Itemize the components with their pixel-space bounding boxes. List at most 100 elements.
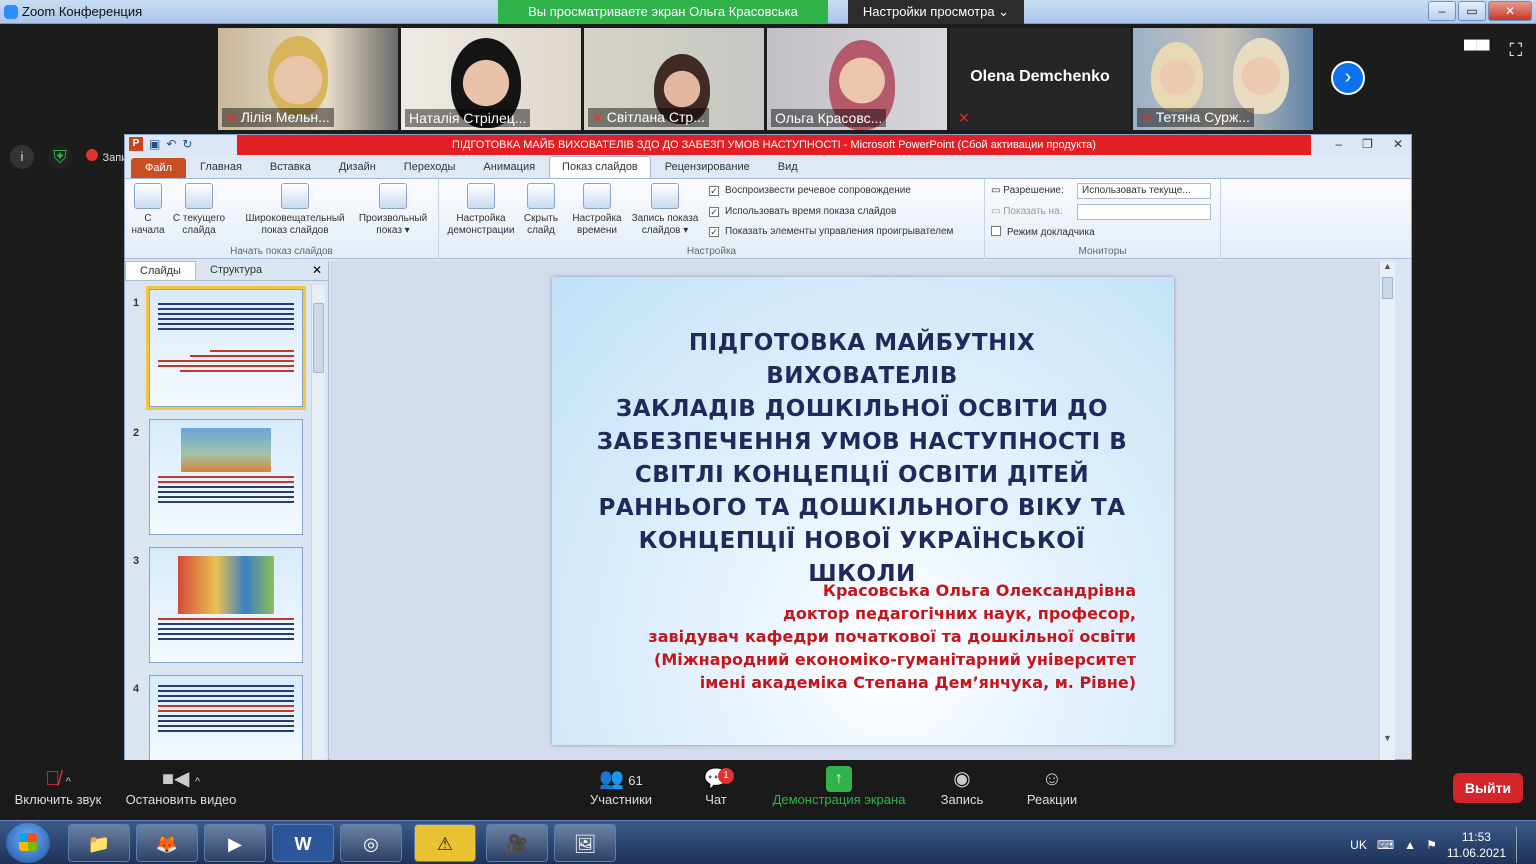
taskbar-zoom[interactable]: 🎥	[486, 824, 548, 862]
current-slide[interactable]: ПІДГОТОВКА МАЙБУТНІХ ВИХОВАТЕЛІВ ЗАКЛАДІ…	[552, 277, 1174, 745]
slide-thumbnail-3[interactable]: 3	[129, 547, 307, 667]
slide-number: 1	[133, 297, 140, 309]
unmute-button[interactable]: 🎙̸ ^ Включить звук	[10, 766, 106, 807]
ppt-close-icon[interactable]: ✕	[1393, 137, 1403, 151]
chat-button[interactable]: 💬 1 Чат	[696, 766, 736, 807]
zoom-logo-icon	[4, 5, 18, 19]
slide-number: 3	[133, 555, 140, 567]
tab-slides[interactable]: Слайды	[125, 261, 196, 280]
close-panel-icon[interactable]: ✕	[312, 261, 322, 280]
tab-review[interactable]: Рецензирование	[651, 161, 764, 178]
participant-tile[interactable]: ⨯ Тетяна Сурж...	[1133, 28, 1313, 130]
system-tray: UK ⌨ ▲ ⚑ 11:53 11.06.2021	[1350, 827, 1526, 863]
slide-thumbnail-4[interactable]: 4	[129, 675, 307, 761]
participant-tile[interactable]: Наталія Стрілец...	[401, 28, 581, 130]
slide-photo	[181, 428, 271, 472]
tray-expand-icon[interactable]: ▲	[1404, 838, 1416, 852]
gallery-view-icon[interactable]: ▀▀	[1464, 40, 1490, 61]
participant-tile[interactable]: Ольга Красовс...	[767, 28, 947, 130]
redo-icon[interactable]: ↻	[182, 137, 192, 151]
shield-icon[interactable]: ⛨	[48, 145, 72, 169]
start-button[interactable]	[6, 823, 50, 863]
thumbnail-scrollbar[interactable]	[311, 285, 325, 759]
scroll-up-icon[interactable]: ▲	[1380, 261, 1395, 271]
media-controls-checkbox[interactable]: ✓ Показать элементы управления проигрыват…	[709, 226, 953, 237]
presenter-view-checkbox[interactable]: Режим докладчика	[991, 226, 1095, 238]
setup-icon	[467, 183, 495, 209]
timer-icon	[583, 183, 611, 209]
participant-tile[interactable]: Olena Demchenko ⨯	[950, 28, 1130, 130]
taskbar-firefox[interactable]: 🦊	[136, 824, 198, 862]
close-button[interactable]: ✕	[1488, 1, 1532, 21]
network-icon[interactable]: ⚑	[1426, 838, 1437, 852]
meeting-info-icons: i ⛨ Запись	[10, 145, 139, 169]
participant-video	[1151, 42, 1203, 112]
maximize-button[interactable]: ▭	[1458, 1, 1486, 21]
minimize-button[interactable]: –	[1428, 1, 1456, 21]
resolution-select[interactable]: Использовать текуще...	[1077, 183, 1211, 199]
ppt-restore-icon[interactable]: ❐	[1362, 137, 1373, 151]
view-options-button[interactable]: Настройки просмотра ⌄	[848, 0, 1024, 24]
tab-transitions[interactable]: Переходы	[390, 161, 470, 178]
use-timings-checkbox[interactable]: ✓ Использовать время показа слайдов	[709, 206, 896, 217]
from-current-button[interactable]: С текущего слайда	[169, 183, 229, 237]
participant-video	[1233, 38, 1289, 114]
share-screen-button[interactable]: ↑ Демонстрация экрана	[768, 766, 910, 807]
leave-button[interactable]: Выйти	[1453, 773, 1523, 803]
language-indicator[interactable]: UK	[1350, 838, 1367, 852]
tab-home[interactable]: Главная	[186, 161, 256, 178]
next-participants-button[interactable]: ›	[1331, 61, 1365, 95]
slide-scrollbar[interactable]: ▲ ▼	[1379, 261, 1395, 761]
tab-slideshow[interactable]: Показ слайдов	[549, 156, 651, 178]
tab-file[interactable]: Файл	[131, 158, 187, 178]
tab-outline[interactable]: Структура	[196, 261, 276, 280]
undo-icon[interactable]: ↶	[166, 137, 176, 151]
scroll-thumb[interactable]	[313, 303, 324, 373]
from-beginning-button[interactable]: С начала	[129, 183, 167, 237]
hide-slide-icon	[527, 183, 555, 209]
reactions-button[interactable]: ☺ Реакции	[1024, 766, 1080, 807]
record-show-button[interactable]: Запись показа слайдов ▾	[627, 183, 703, 237]
keyboard-icon[interactable]: ⌨	[1377, 838, 1394, 852]
stop-video-button[interactable]: ■◀ ^ Остановить видео	[122, 766, 240, 807]
broadcast-button[interactable]: Широковещательный показ слайдов	[237, 183, 353, 237]
show-desktop-button[interactable]	[1516, 827, 1526, 863]
participant-name-large: Olena Demchenko	[970, 68, 1110, 85]
tab-design[interactable]: Дизайн	[325, 161, 390, 178]
save-icon[interactable]: ▣	[149, 137, 160, 151]
show-on-select[interactable]	[1077, 204, 1211, 220]
participant-name: ⨯ Тетяна Сурж...	[1137, 108, 1254, 127]
tab-insert[interactable]: Вставка	[256, 161, 325, 178]
participant-name: Ольга Красовс...	[771, 109, 887, 127]
custom-show-button[interactable]: Произвольный показ ▾	[353, 183, 433, 237]
slide-thumbnail-image	[146, 286, 306, 410]
slide-thumbnail-1[interactable]: 1	[129, 286, 307, 413]
taskbar-media-player[interactable]: ▶	[204, 824, 266, 862]
powerpoint-window: P ▣ ↶ ↻ ПІДГОТОВКА МАЙБ ВИХОВАТЕЛІВ ЗДО …	[124, 134, 1412, 761]
taskbar-chrome[interactable]: ◎	[340, 824, 402, 862]
ppt-minimize-icon[interactable]: –	[1335, 137, 1342, 151]
clock[interactable]: 11:53 11.06.2021	[1447, 829, 1506, 861]
taskbar-explorer[interactable]: 📁	[68, 824, 130, 862]
scroll-down-icon[interactable]: ▼	[1380, 733, 1395, 743]
participant-tile[interactable]: ⨯ Лілія Мельн...	[218, 28, 398, 130]
taskbar-warning-app[interactable]: ⚠	[414, 824, 476, 862]
participant-video	[268, 36, 328, 116]
narration-checkbox[interactable]: ✓ Воспроизвести речевое сопровождение	[709, 185, 911, 196]
hide-slide-button[interactable]: Скрыть слайд	[521, 183, 561, 237]
tab-animations[interactable]: Анимация	[469, 161, 549, 178]
participant-tile[interactable]: ⨯ Світлана Стр...	[584, 28, 764, 130]
taskbar-word[interactable]: W	[272, 824, 334, 862]
scroll-thumb[interactable]	[1382, 277, 1393, 299]
record-button[interactable]: ◉ Запись	[938, 766, 986, 807]
fullscreen-icon[interactable]: ⛶	[1510, 40, 1523, 61]
zoom-toolbar: 🎙̸ ^ Включить звук ■◀ ^ Остановить видео…	[0, 760, 1536, 820]
slide-thumbnail-2[interactable]: 2	[129, 419, 307, 539]
share-banner: Вы просматриваете экран Ольга Красовська	[498, 0, 828, 24]
tab-view[interactable]: Вид	[764, 161, 812, 178]
setup-show-button[interactable]: Настройка демонстрации	[441, 183, 521, 237]
info-icon[interactable]: i	[10, 145, 34, 169]
participants-button[interactable]: 👥 61 Участники	[586, 766, 656, 807]
taskbar-image-viewer[interactable]: 🖼	[554, 824, 616, 862]
rehearse-timings-button[interactable]: Настройка времени	[567, 183, 627, 237]
